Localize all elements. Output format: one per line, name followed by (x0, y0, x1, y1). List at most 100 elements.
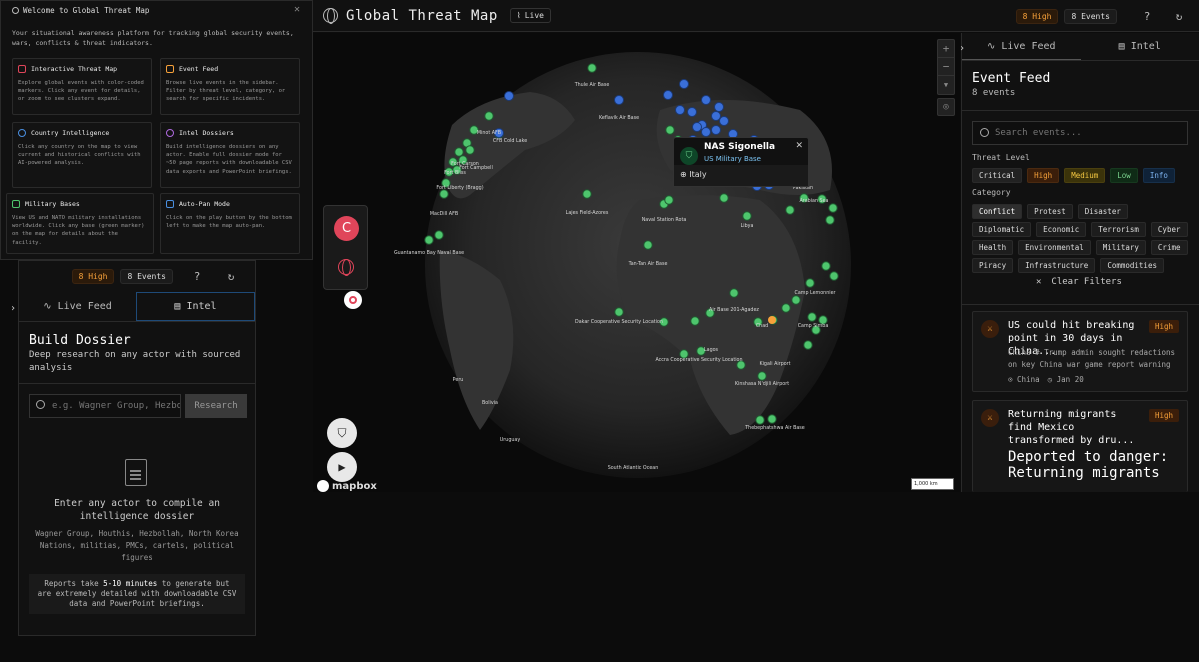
military-base-marker[interactable] (791, 295, 801, 305)
military-base-marker[interactable] (643, 240, 653, 250)
event-severity-badge: High (1148, 320, 1179, 333)
nato-base-marker[interactable] (687, 107, 697, 117)
filter-cyber[interactable]: Cyber (1150, 222, 1188, 237)
military-base-marker[interactable] (729, 288, 739, 298)
military-base-marker[interactable] (829, 271, 839, 281)
military-base-marker[interactable] (781, 303, 791, 313)
nato-base-marker[interactable] (714, 102, 724, 112)
nato-base-marker[interactable] (663, 90, 673, 100)
threat-map[interactable]: Thule Air Base Keflavik Air Base Minot AFB… (313, 33, 960, 492)
clear-filters-button[interactable]: ✕ Clear Filters (1036, 277, 1122, 287)
filter-info[interactable]: Info (1142, 168, 1175, 183)
military-base-marker[interactable] (803, 340, 813, 350)
tab-intel[interactable]: ▤ Intel (1081, 33, 1199, 60)
military-base-marker[interactable] (582, 189, 592, 199)
globe-tool-icon[interactable] (338, 259, 354, 276)
filter-military[interactable]: Military (1095, 240, 1146, 255)
tab-intel[interactable]: ▤ Intel (136, 292, 255, 321)
military-base-marker[interactable] (587, 63, 597, 73)
nato-base-marker[interactable] (679, 79, 689, 89)
military-base-marker[interactable] (484, 111, 494, 121)
military-base-marker[interactable] (664, 195, 674, 205)
filter-diplomatic[interactable]: Diplomatic (972, 222, 1032, 237)
nato-base-marker[interactable] (504, 91, 514, 101)
nato-base-marker[interactable] (719, 116, 729, 126)
nato-base-marker[interactable] (711, 125, 721, 135)
popup-close-icon[interactable]: ✕ (795, 141, 803, 151)
globe-svg[interactable]: Thule Air Base Keflavik Air Base Minot AFB… (313, 33, 960, 492)
high-count-badge: 8 High (71, 269, 115, 284)
filter-high[interactable]: High (1027, 168, 1060, 183)
filter-infrastructure[interactable]: Infrastructure (1018, 258, 1096, 273)
chevron-right-icon[interactable]: › (10, 303, 16, 314)
filter-critical[interactable]: Critical (972, 168, 1023, 183)
filter-crime[interactable]: Crime (1150, 240, 1188, 255)
shield-button[interactable]: ⛉ (327, 418, 357, 448)
military-base-marker[interactable] (742, 211, 752, 221)
filter-terrorism[interactable]: Terrorism (1091, 222, 1146, 237)
military-base-marker[interactable] (767, 414, 777, 424)
welcome-intro: Your situational awareness platform for … (12, 29, 294, 47)
military-base-marker[interactable] (828, 203, 838, 213)
compass-button[interactable]: ▼ (938, 76, 954, 94)
military-base-marker[interactable] (818, 315, 828, 325)
feed-count: 8 events (972, 88, 1016, 98)
tab-live-feed[interactable]: ∿ Live Feed (19, 292, 136, 321)
refresh-icon[interactable]: ↻ (221, 267, 241, 287)
event-search-input[interactable] (972, 121, 1188, 145)
chevron-right-icon[interactable]: › (959, 43, 965, 54)
military-base-marker[interactable] (665, 125, 675, 135)
military-base-marker[interactable] (439, 189, 449, 199)
nato-base-marker[interactable] (692, 122, 702, 132)
military-base-marker[interactable] (679, 349, 689, 359)
military-base-marker[interactable] (805, 278, 815, 288)
filter-low[interactable]: Low (1110, 168, 1138, 183)
military-base-marker[interactable] (825, 215, 835, 225)
event-marker[interactable] (768, 316, 776, 324)
avatar-c-button[interactable]: C (334, 216, 359, 241)
filter-commodities[interactable]: Commodities (1100, 258, 1164, 273)
military-base-marker[interactable] (424, 235, 434, 245)
military-base-marker[interactable] (719, 193, 729, 203)
military-base-marker[interactable] (821, 261, 831, 271)
filter-piracy[interactable]: Piracy (972, 258, 1014, 273)
nato-base-marker[interactable] (701, 95, 711, 105)
events-count-badge: 8 Events (1064, 8, 1117, 24)
filter-disaster[interactable]: Disaster (1077, 204, 1128, 219)
military-base-marker[interactable] (454, 147, 464, 157)
nato-base-marker[interactable] (711, 111, 721, 121)
close-icon[interactable]: ✕ (294, 4, 300, 15)
nato-base-marker[interactable] (614, 95, 624, 105)
zoom-in-button[interactable]: + (938, 40, 954, 58)
filter-environmental[interactable]: Environmental (1018, 240, 1091, 255)
filter-protest[interactable]: Protest (1027, 204, 1073, 219)
research-button[interactable]: Research (185, 394, 247, 418)
nato-base-marker[interactable] (701, 127, 711, 137)
actor-search-input[interactable] (29, 394, 181, 418)
filter-conflict[interactable]: Conflict (972, 204, 1023, 219)
military-base-marker[interactable] (757, 371, 767, 381)
military-base-marker[interactable] (807, 312, 817, 322)
popup-country[interactable]: ⊕ Italy (673, 165, 809, 187)
military-base-marker[interactable] (690, 316, 700, 326)
military-base-marker[interactable] (434, 230, 444, 240)
military-base-marker[interactable] (785, 205, 795, 215)
refresh-icon[interactable]: ↻ (1169, 6, 1189, 26)
help-icon[interactable]: ? (187, 267, 207, 287)
filter-medium[interactable]: Medium (1064, 168, 1106, 183)
military-base-marker[interactable] (755, 415, 765, 425)
event-card[interactable]: ⚔ Returning migrants find Mexico transfo… (972, 400, 1188, 492)
tab-live-feed[interactable]: ∿ Live Feed (962, 33, 1081, 60)
military-base-marker[interactable] (465, 145, 475, 155)
filter-health[interactable]: Health (972, 240, 1014, 255)
help-icon[interactable]: ? (1137, 6, 1157, 26)
locate-button[interactable]: ◎ (937, 98, 955, 116)
military-base-toggle[interactable] (344, 291, 362, 309)
zoom-out-button[interactable]: − (938, 58, 954, 76)
military-base-marker[interactable] (614, 307, 624, 317)
play-button[interactable]: ▶ (327, 452, 357, 482)
nato-base-marker[interactable] (675, 105, 685, 115)
live-badge[interactable]: ⌇ Live (509, 8, 551, 23)
event-card[interactable]: ⚔ US could hit breaking point in 30 days… (972, 311, 1188, 392)
filter-economic[interactable]: Economic (1036, 222, 1087, 237)
